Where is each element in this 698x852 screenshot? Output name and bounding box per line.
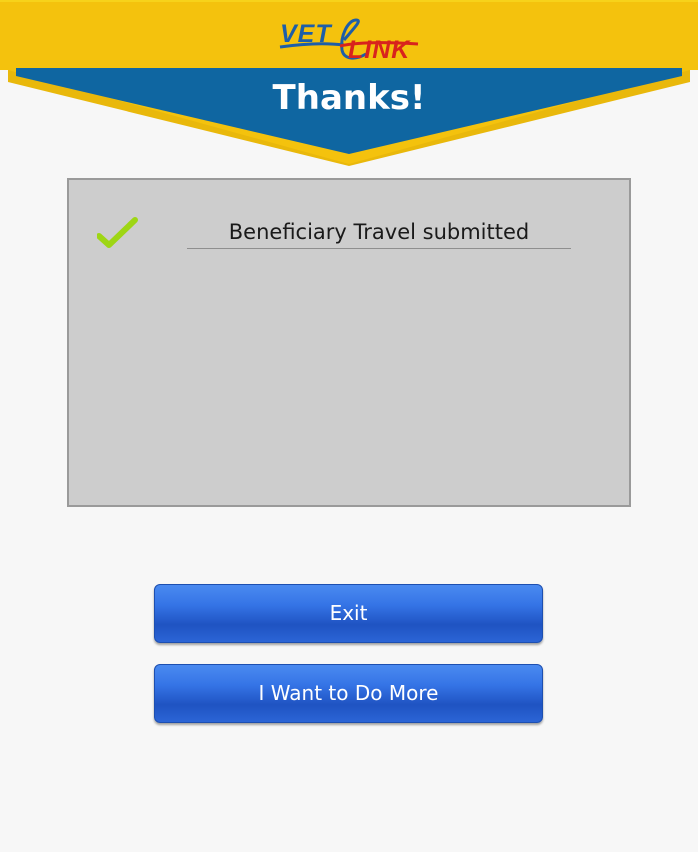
status-message: Beneficiary Travel submitted bbox=[187, 218, 571, 249]
exit-button[interactable]: Exit bbox=[154, 584, 543, 643]
vet-link-logo: VET LINK bbox=[278, 16, 420, 64]
logo-text-link: LINK bbox=[348, 36, 411, 64]
page-title: Thanks! bbox=[272, 78, 426, 118]
status-panel: Beneficiary Travel submitted bbox=[67, 178, 631, 507]
check-icon bbox=[97, 217, 138, 248]
do-more-button[interactable]: I Want to Do More bbox=[154, 664, 543, 723]
logo-text-vet: VET bbox=[280, 20, 332, 48]
